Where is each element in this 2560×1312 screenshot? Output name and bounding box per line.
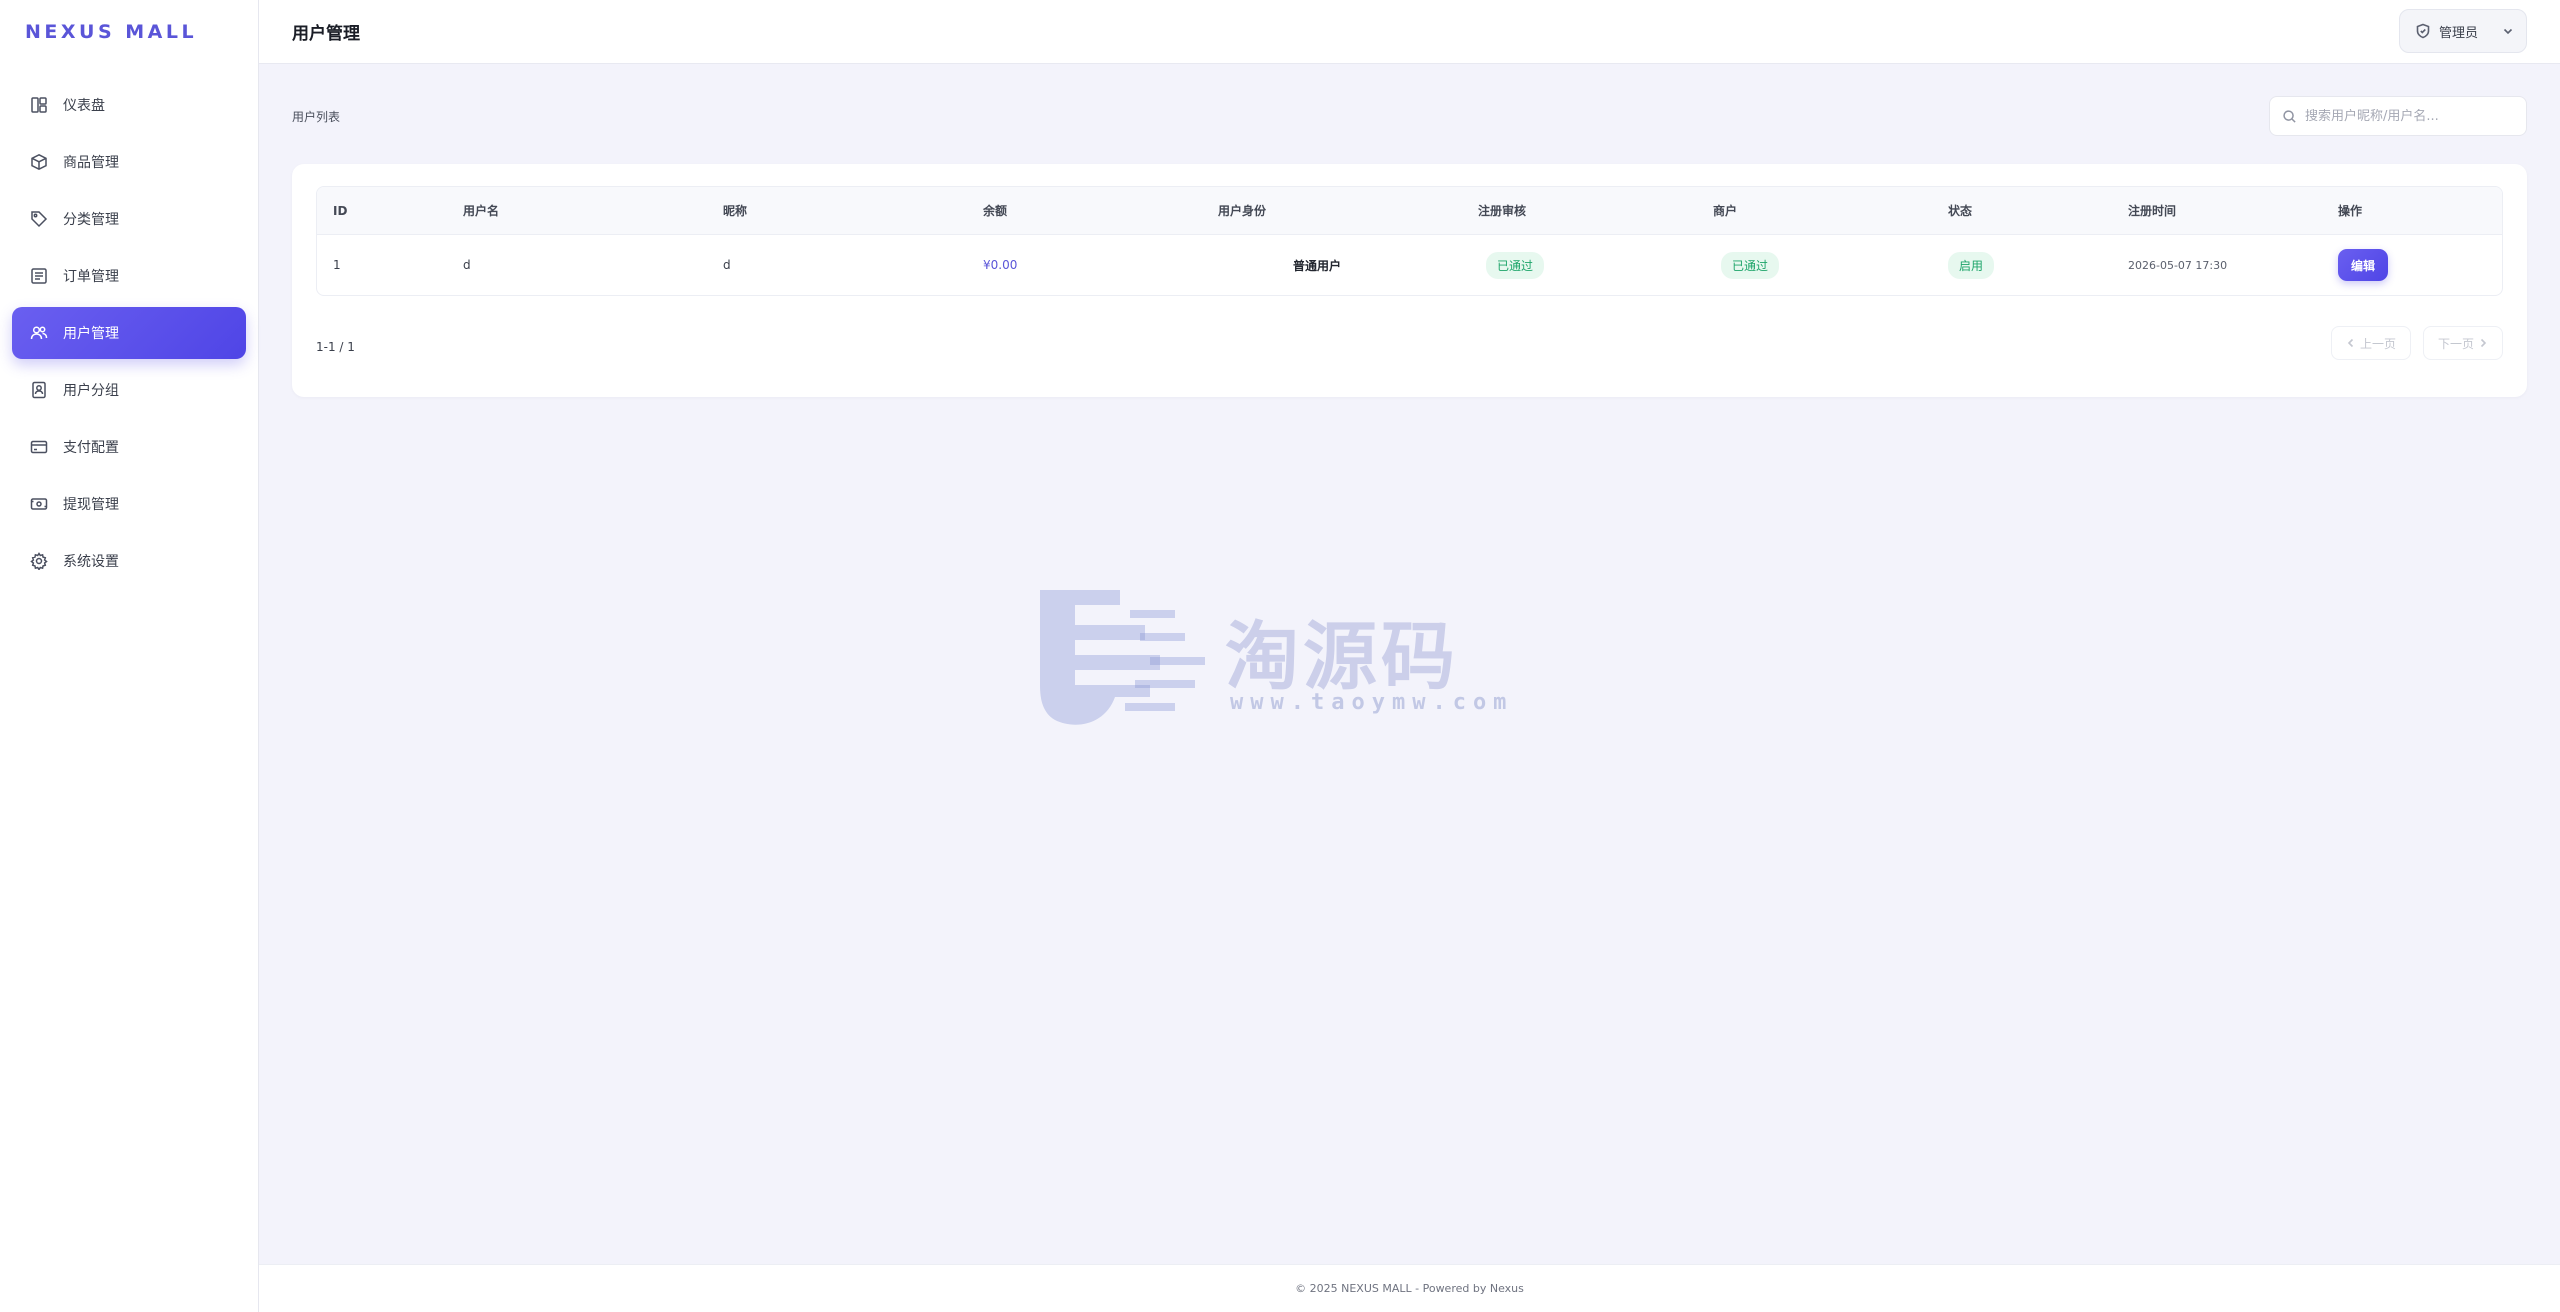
status-badge: 已通过 [1486, 251, 1545, 279]
sidebar-item-users[interactable]: 用户管理 [12, 307, 246, 359]
shield-icon [2415, 23, 2431, 39]
column-header-actions: 操作 [2338, 204, 2363, 218]
admin-label: 管理员 [2439, 25, 2479, 41]
chevron-down-icon [2502, 25, 2514, 37]
section-label: 用户列表 [292, 110, 341, 124]
cell-registration-review: 已通过 [1462, 251, 1697, 279]
tag-icon [29, 209, 49, 229]
admin-dropdown[interactable]: 管理员 [2399, 9, 2527, 53]
cell-registered-at: 2026-05-07 17:30 [2128, 258, 2228, 272]
search-box[interactable] [2269, 96, 2527, 136]
sidebar-item-label: 系统设置 [63, 554, 119, 570]
sidebar-item-payment[interactable]: 支付配置 [12, 421, 246, 473]
sidebar-item-label: 用户管理 [63, 326, 119, 342]
watermark: 淘源码 www.taoymw.com [1035, 585, 1525, 735]
sidebar-menu: 仪表盘 商品管理 分类管理 订单管理 用户管理 用户分组 支付配置 提现管理 系… [0, 79, 258, 587]
sidebar-item-withdraw[interactable]: 提现管理 [12, 478, 246, 530]
column-header-id: ID [333, 203, 348, 218]
identity-text: 普通用户 [1292, 258, 1341, 273]
search-icon [2283, 109, 2296, 123]
user-table: ID 用户名 昵称 余额 用户身份 注册审核 商户 状态 注册时间 操作 1 d… [316, 186, 2503, 296]
column-header-merchant: 商户 [1713, 204, 1738, 218]
sidebar-item-dashboard[interactable]: 仪表盘 [12, 79, 246, 131]
top-header: 用户管理 管理员 [259, 0, 2560, 64]
pagination-info: 1-1 / 1 [316, 340, 355, 354]
cell-id: 1 [333, 258, 341, 272]
box-icon [29, 152, 49, 172]
sidebar-item-categories[interactable]: 分类管理 [12, 193, 246, 245]
withdraw-icon [29, 494, 49, 514]
cell-actions: 编辑 [2322, 249, 2442, 281]
column-header-registered-at: 注册时间 [2128, 204, 2177, 218]
dashboard-icon [29, 95, 49, 115]
user-table-card: ID 用户名 昵称 余额 用户身份 注册审核 商户 状态 注册时间 操作 1 d… [292, 164, 2527, 397]
sidebar-item-label: 仪表盘 [63, 98, 105, 114]
status-badge: 启用 [1948, 251, 1995, 279]
cell-username: d [463, 258, 471, 272]
status-badge: 已通过 [1721, 251, 1780, 279]
order-icon [29, 266, 49, 286]
sidebar-item-settings[interactable]: 系统设置 [12, 535, 246, 587]
user-group-icon [29, 380, 49, 400]
sidebar-item-user-groups[interactable]: 用户分组 [12, 364, 246, 416]
column-header-nickname: 昵称 [723, 204, 748, 218]
users-icon [29, 323, 49, 343]
sidebar-item-label: 支付配置 [63, 440, 119, 456]
table-row: 1 d d ¥0.00 普通用户 已通过 已通过 启用 2026-05-07 1… [317, 235, 2502, 295]
gear-icon [29, 551, 49, 571]
next-page-label: 下一页 [2437, 336, 2474, 351]
footer-text: © 2025 NEXUS MALL - Powered by Nexus [1295, 1282, 1524, 1295]
search-input[interactable] [2305, 108, 2505, 124]
next-page-button[interactable]: 下一页 [2423, 326, 2503, 360]
prev-page-button[interactable]: 上一页 [2331, 326, 2411, 360]
cell-status: 启用 [1932, 251, 2112, 279]
sidebar-item-label: 分类管理 [63, 212, 119, 228]
sidebar-item-label: 提现管理 [63, 497, 119, 513]
brand-logo[interactable]: NEXUS MALL [0, 0, 258, 64]
column-header-registration-review: 注册审核 [1478, 204, 1527, 218]
cell-merchant: 已通过 [1697, 251, 1932, 279]
column-header-identity: 用户身份 [1218, 204, 1267, 218]
cell-nickname: d [723, 258, 731, 272]
column-header-balance: 余额 [983, 204, 1008, 218]
cell-balance: ¥0.00 [983, 258, 1018, 272]
watermark-url: www.taoymw.com [1230, 690, 1514, 715]
table-header: ID 用户名 昵称 余额 用户身份 注册审核 商户 状态 注册时间 操作 [317, 187, 2502, 235]
chevron-right-icon [2480, 338, 2487, 348]
prev-page-label: 上一页 [2359, 336, 2396, 351]
edit-button[interactable]: 编辑 [2338, 249, 2388, 281]
page-title: 用户管理 [292, 24, 360, 44]
pagination: 上一页 下一页 [2331, 326, 2503, 360]
sidebar-item-orders[interactable]: 订单管理 [12, 250, 246, 302]
sidebar-item-label: 商品管理 [63, 155, 119, 171]
sidebar-item-products[interactable]: 商品管理 [12, 136, 246, 188]
column-header-username: 用户名 [463, 204, 500, 218]
watermark-text: 淘源码 [1225, 614, 1459, 700]
cell-identity: 普通用户 [1202, 257, 1462, 274]
sidebar-item-label: 订单管理 [63, 269, 119, 285]
watermark-logo-icon [1040, 590, 1205, 725]
footer: © 2025 NEXUS MALL - Powered by Nexus [259, 1264, 2560, 1312]
chevron-left-icon [2347, 338, 2354, 348]
sidebar: NEXUS MALL 仪表盘 商品管理 分类管理 订单管理 用户管理 用户分组 … [0, 0, 259, 1312]
column-header-status: 状态 [1948, 204, 1973, 218]
sidebar-item-label: 用户分组 [63, 383, 119, 399]
credit-card-icon [29, 437, 49, 457]
